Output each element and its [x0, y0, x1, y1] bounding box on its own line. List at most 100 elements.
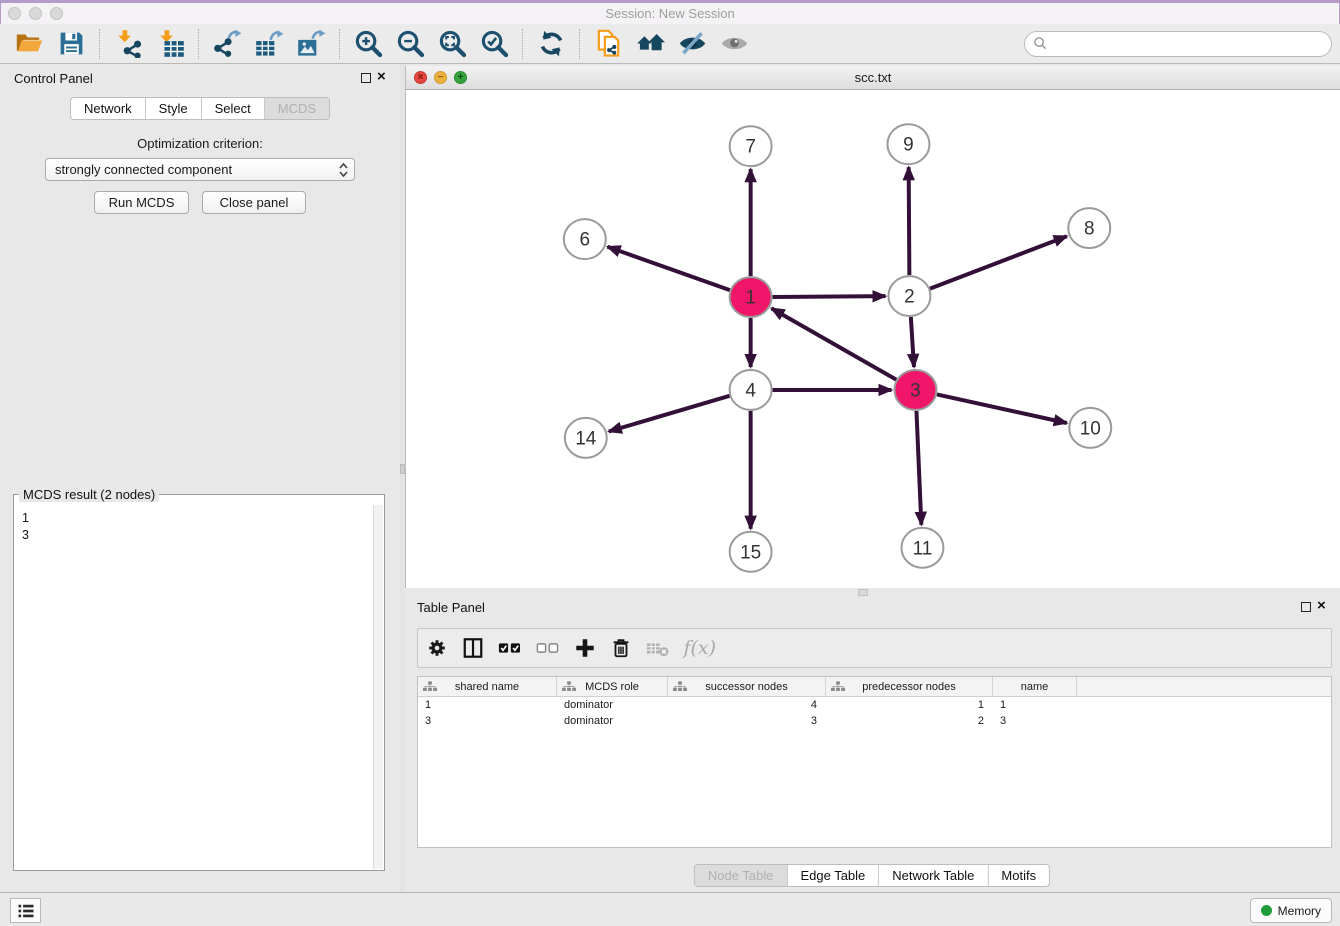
- window-title: Session: New Session: [1, 6, 1339, 21]
- float-panel-icon[interactable]: [361, 73, 371, 83]
- result-scrollbar[interactable]: [373, 505, 383, 869]
- mcds-result-title: MCDS result (2 nodes): [19, 487, 159, 502]
- graph-node-8[interactable]: 8: [1068, 208, 1110, 248]
- table-row[interactable]: 1dominator411: [418, 697, 1331, 713]
- table-cell: 1: [993, 699, 1077, 711]
- svg-text:4: 4: [745, 380, 756, 401]
- close-panel-button[interactable]: Close panel: [202, 191, 306, 214]
- memory-status-icon: [1261, 905, 1272, 916]
- toolbar-separator: [339, 29, 340, 59]
- graph-node-11[interactable]: 11: [901, 528, 943, 568]
- close-table-panel-icon[interactable]: ×: [1317, 600, 1326, 612]
- graph-edge-3-10[interactable]: [937, 394, 1067, 423]
- graph-node-2[interactable]: 2: [888, 276, 930, 316]
- hierarchy-icon: [423, 681, 437, 692]
- tab-mcds[interactable]: MCDS: [265, 98, 329, 119]
- zoom-out-icon[interactable]: [391, 27, 429, 61]
- graph-edge-3-11[interactable]: [916, 411, 921, 525]
- save-floppy-icon[interactable]: [52, 27, 90, 61]
- tab-select[interactable]: Select: [202, 98, 265, 119]
- column-header-successor-nodes[interactable]: successor nodes: [668, 677, 826, 696]
- tab-network[interactable]: Network: [71, 98, 146, 119]
- unchecked-boxes-icon[interactable]: [536, 635, 560, 661]
- table-cell: 3: [668, 715, 826, 727]
- export-network-icon[interactable]: [208, 27, 246, 61]
- zoom-in-icon[interactable]: [349, 27, 387, 61]
- tab-motifs[interactable]: Motifs: [988, 865, 1049, 886]
- function-fx-icon: f(x): [683, 635, 716, 661]
- import-network-icon[interactable]: [109, 27, 147, 61]
- split-columns-icon[interactable]: [462, 635, 484, 661]
- control-panel-title: Control Panel: [14, 71, 93, 86]
- network-canvas[interactable]: 7 9 6 8 1 2 4 3 14 10 15 11: [405, 90, 1340, 588]
- criterion-dropdown[interactable]: strongly connected component: [45, 158, 355, 181]
- export-image-icon[interactable]: [292, 27, 330, 61]
- column-header-predecessor-nodes[interactable]: predecessor nodes: [826, 677, 993, 696]
- svg-text:2: 2: [904, 287, 915, 308]
- float-table-panel-icon[interactable]: [1301, 602, 1311, 612]
- toolbar-separator: [99, 29, 100, 59]
- tab-style[interactable]: Style: [146, 98, 202, 119]
- zoom-selected-icon[interactable]: [475, 27, 513, 61]
- graph-node-3[interactable]: 3: [894, 370, 936, 410]
- search-input[interactable]: [1052, 36, 1323, 52]
- canvas-resize-grip[interactable]: [858, 589, 868, 596]
- graph-edge-4-14[interactable]: [609, 396, 730, 432]
- open-folder-icon[interactable]: [10, 27, 48, 61]
- graph-edge-2-8[interactable]: [930, 236, 1067, 288]
- trash-icon[interactable]: [610, 635, 632, 661]
- column-header-MCDS-role[interactable]: MCDS role: [557, 677, 668, 696]
- network-frame-title: scc.txt: [406, 70, 1340, 85]
- graph-edge-1-2[interactable]: [773, 296, 886, 297]
- export-table-icon[interactable]: [250, 27, 288, 61]
- search-field[interactable]: [1024, 31, 1332, 57]
- graph-node-6[interactable]: 6: [564, 219, 606, 259]
- tab-network-table[interactable]: Network Table: [879, 865, 988, 886]
- graph-edge-2-3[interactable]: [911, 317, 914, 367]
- graph-node-14[interactable]: 14: [565, 418, 607, 458]
- double-home-icon[interactable]: [631, 27, 669, 61]
- column-header-shared-name[interactable]: shared name: [418, 677, 557, 696]
- tab-edge-table[interactable]: Edge Table: [787, 865, 879, 886]
- delete-table-icon: [646, 635, 670, 661]
- graph-node-4[interactable]: 4: [730, 370, 772, 410]
- memory-label: Memory: [1278, 904, 1321, 918]
- mcds-result-group: MCDS result (2 nodes) 13: [13, 494, 385, 871]
- svg-text:3: 3: [910, 380, 921, 401]
- close-panel-icon[interactable]: ×: [377, 71, 386, 83]
- graph-node-10[interactable]: 10: [1069, 408, 1111, 448]
- svg-text:15: 15: [740, 542, 761, 563]
- svg-text:8: 8: [1084, 219, 1095, 240]
- graph-edge-2-9[interactable]: [909, 167, 910, 275]
- memory-button[interactable]: Memory: [1250, 898, 1332, 923]
- zoom-fit-icon[interactable]: [433, 27, 471, 61]
- documents-share-icon[interactable]: [589, 27, 627, 61]
- toolbar-separator: [198, 29, 199, 59]
- column-header-name[interactable]: name: [993, 677, 1077, 696]
- graph-edge-1-6[interactable]: [607, 247, 729, 290]
- network-graph: 7 9 6 8 1 2 4 3 14 10 15 11: [406, 90, 1340, 588]
- table-body: 1dominator4113dominator323: [418, 697, 1331, 729]
- graph-node-1[interactable]: 1: [730, 277, 772, 317]
- table-panel-title: Table Panel: [417, 600, 485, 615]
- svg-text:14: 14: [575, 428, 596, 449]
- add-column-icon[interactable]: [574, 635, 596, 661]
- graph-edge-3-1[interactable]: [772, 308, 897, 379]
- eye-icon[interactable]: [715, 27, 753, 61]
- svg-text:1: 1: [745, 288, 756, 309]
- search-icon: [1033, 36, 1048, 51]
- table-row[interactable]: 3dominator323: [418, 713, 1331, 729]
- eye-slash-icon[interactable]: [673, 27, 711, 61]
- refresh-icon[interactable]: [532, 27, 570, 61]
- graph-node-15[interactable]: 15: [730, 532, 772, 572]
- gear-icon[interactable]: [426, 635, 448, 661]
- task-list-button[interactable]: [10, 898, 41, 923]
- checked-boxes-icon[interactable]: [498, 635, 522, 661]
- graph-node-7[interactable]: 7: [730, 126, 772, 166]
- import-table-icon[interactable]: [151, 27, 189, 61]
- hierarchy-icon: [562, 681, 576, 692]
- run-mcds-button[interactable]: Run MCDS: [94, 191, 189, 214]
- tab-node-table[interactable]: Node Table: [695, 865, 788, 886]
- graph-node-9[interactable]: 9: [887, 124, 929, 164]
- table-cell: 4: [668, 699, 826, 711]
